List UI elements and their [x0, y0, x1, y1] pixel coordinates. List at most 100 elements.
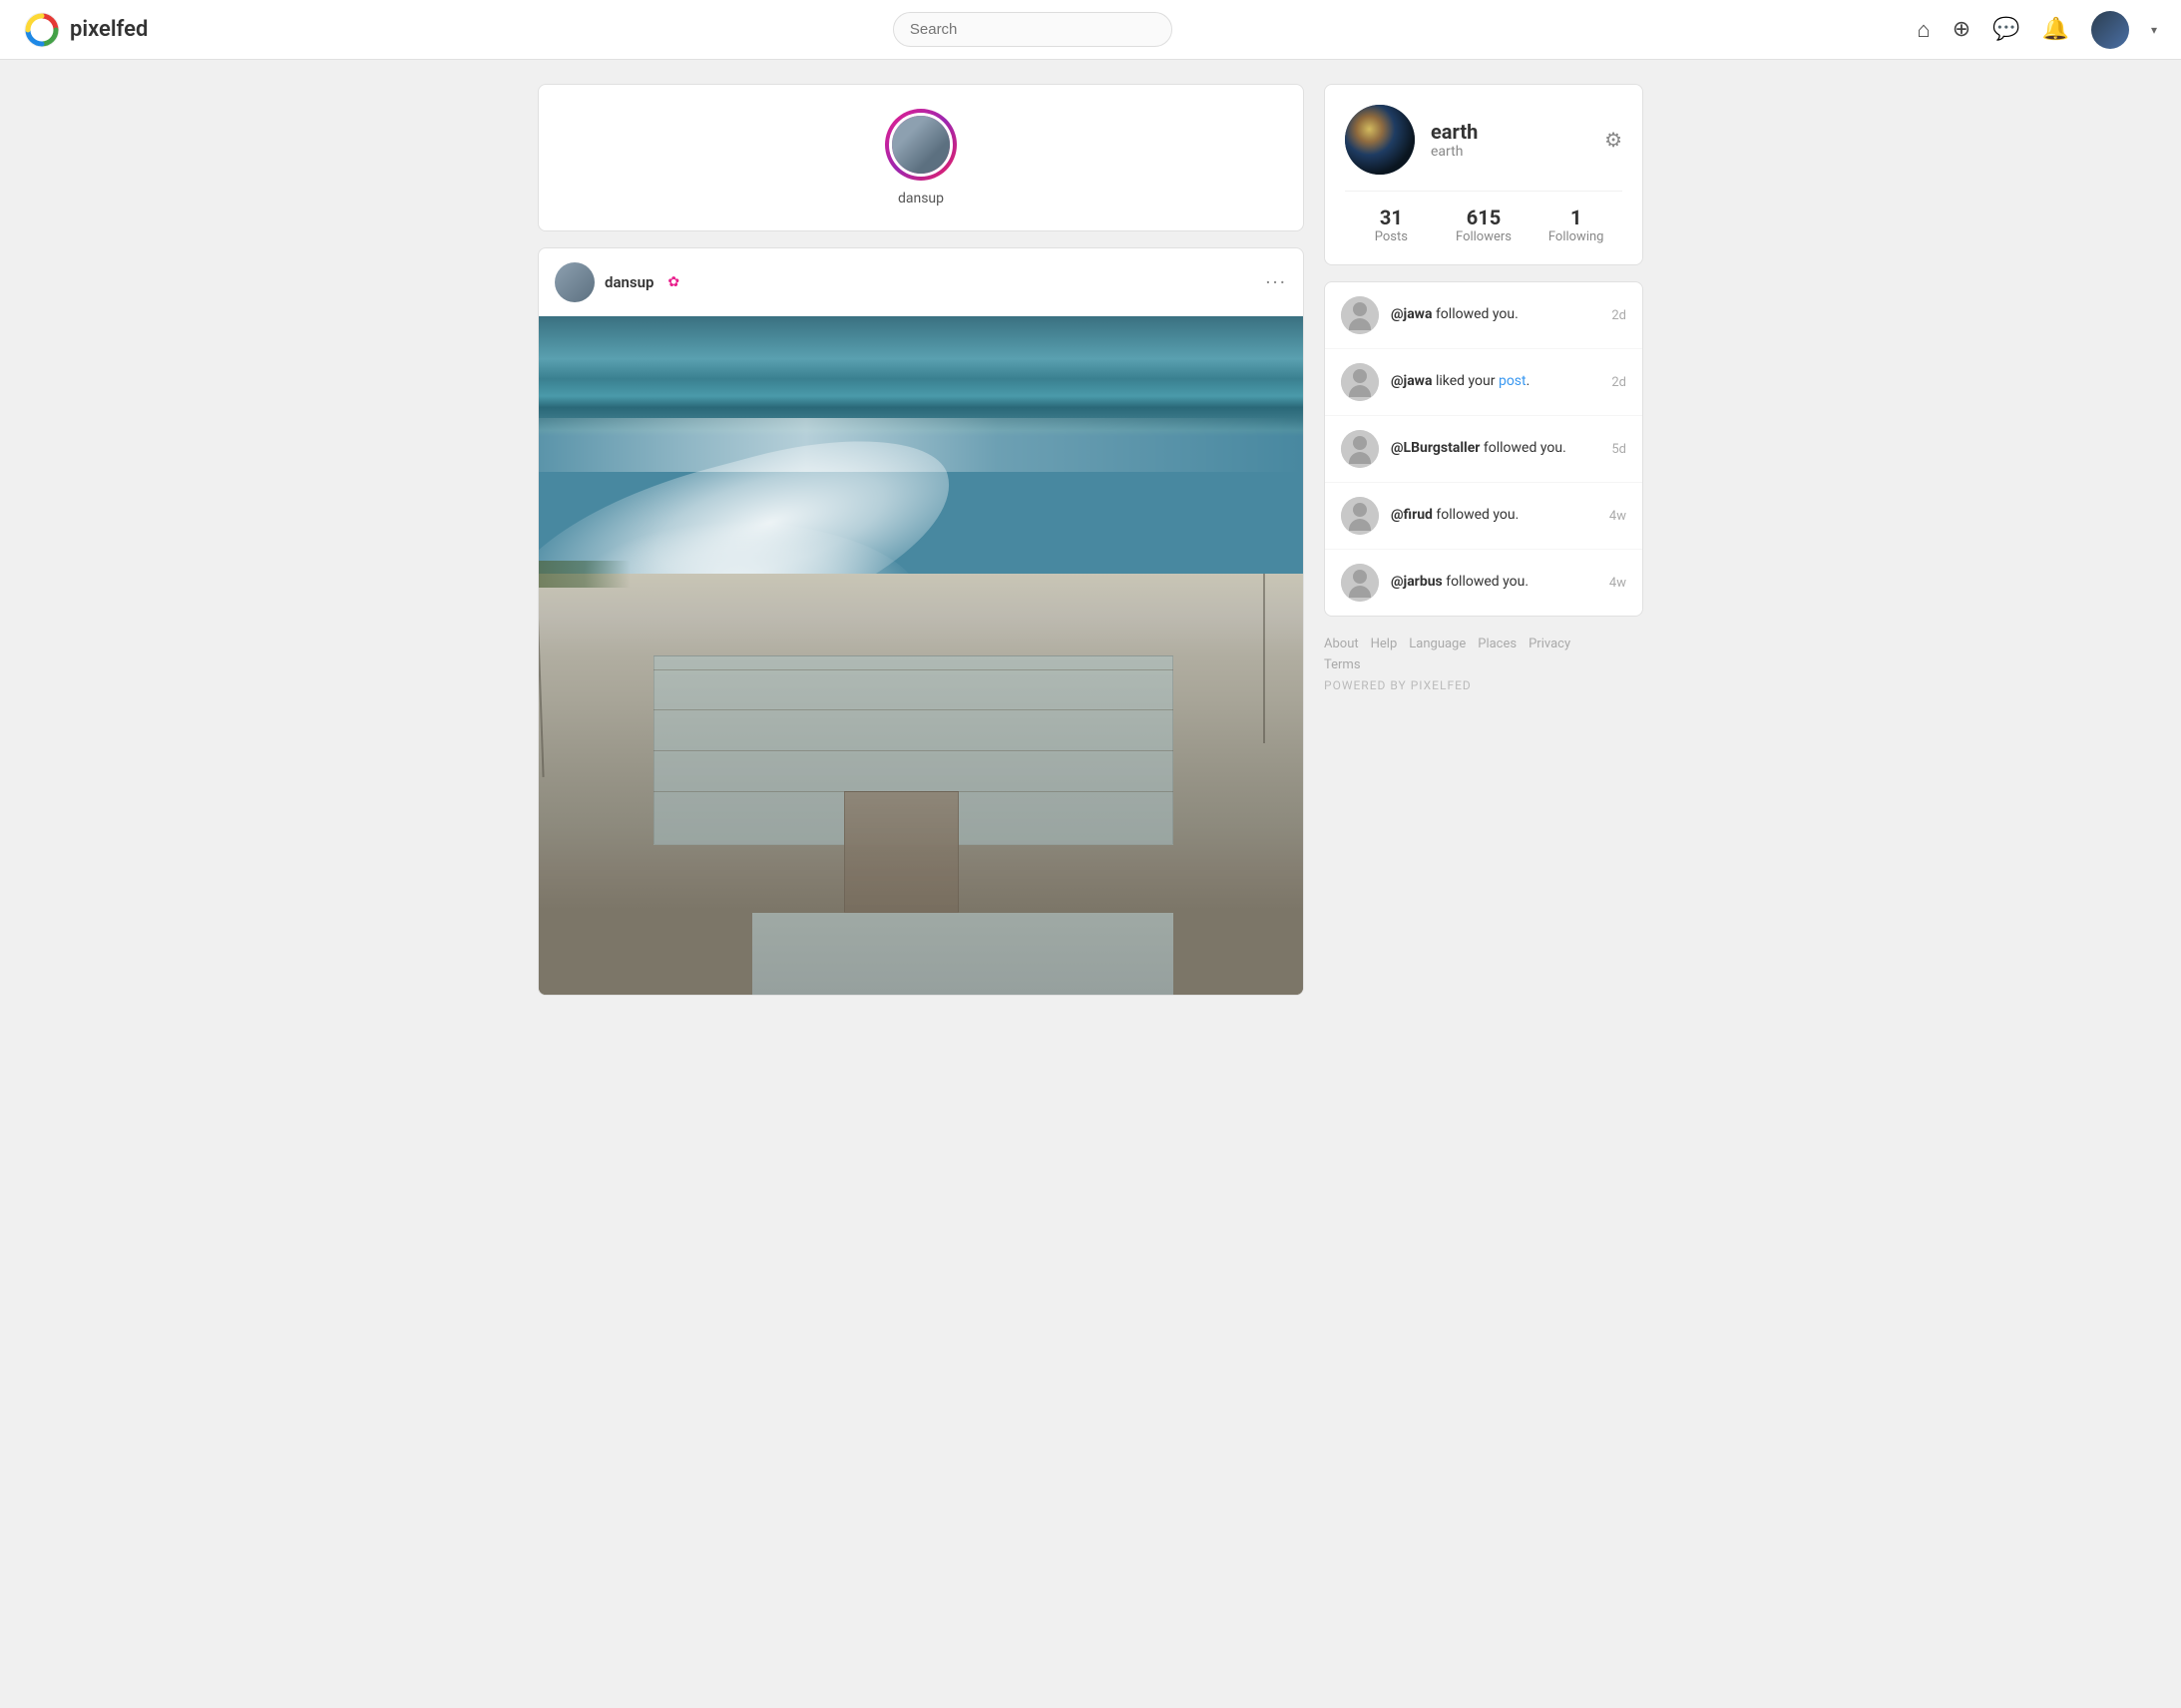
story-username: dansup [898, 191, 944, 207]
footer-link-privacy[interactable]: Privacy [1528, 637, 1570, 651]
search-input[interactable] [893, 12, 1172, 47]
notif-user-1: @jawa [1391, 373, 1432, 389]
notif-action-2: followed you. [1480, 440, 1565, 456]
notif-text-0: @jawa followed you. [1391, 305, 1599, 325]
notif-time-2: 5d [1611, 442, 1626, 457]
footer-link-language[interactable]: Language [1409, 637, 1466, 651]
notif-avatar-img-1 [1341, 363, 1379, 401]
messages-icon[interactable]: 💬 [1992, 17, 2019, 42]
notif-avatar-4[interactable] [1341, 564, 1379, 602]
posts-stat: 31 Posts [1345, 206, 1438, 244]
navbar-left: pixelfed [24, 12, 148, 48]
profile-top: earth earth ⚙ [1345, 105, 1622, 175]
wave-foam [539, 418, 1303, 472]
notif-item-2: @LBurgstaller followed you. 5d [1325, 416, 1642, 483]
notif-time-1: 2d [1611, 375, 1626, 390]
post-card: dansup ✿ ··· [538, 247, 1304, 996]
notif-link-1[interactable]: post [1499, 373, 1527, 389]
notif-item-0: @jawa followed you. 2d [1325, 282, 1642, 349]
left-column: dansup dansup ✿ ··· [538, 84, 1304, 996]
right-column: earth earth ⚙ 31 Posts 615 Followers 1 F… [1324, 84, 1643, 996]
footer-links: About Help Language Places Privacy Terms… [1324, 633, 1643, 696]
avatar-body-0 [1349, 318, 1371, 330]
avatar-head-4 [1353, 570, 1367, 584]
profile-handle: earth [1431, 144, 1588, 160]
profile-avatar-img [1345, 105, 1415, 175]
home-icon[interactable]: ⌂ [1917, 17, 1930, 43]
footer-link-terms[interactable]: Terms [1324, 657, 1361, 672]
create-icon[interactable]: ⊕ [1953, 17, 1970, 42]
user-avatar-nav[interactable] [2091, 11, 2129, 49]
notif-action-3: followed you. [1433, 507, 1519, 523]
notif-user-3: @firud [1391, 507, 1433, 523]
notif-user-4: @jarbus [1391, 574, 1443, 590]
notif-action-1: liked your [1432, 373, 1498, 389]
pixelfed-logo-icon [24, 12, 60, 48]
footer-powered: POWERED BY PIXELFED [1324, 678, 1643, 692]
notif-text-4: @jarbus followed you. [1391, 573, 1597, 593]
notif-avatar-1[interactable] [1341, 363, 1379, 401]
notif-avatar-img-4 [1341, 564, 1379, 602]
notif-text-3: @firud followed you. [1391, 506, 1597, 526]
avatar-body-1 [1349, 385, 1371, 397]
dropdown-arrow-icon[interactable]: ▾ [2151, 23, 2157, 37]
notif-avatar-0[interactable] [1341, 296, 1379, 334]
post-username: dansup [605, 273, 654, 291]
verified-badge-icon: ✿ [667, 274, 679, 290]
notif-time-0: 2d [1611, 308, 1626, 323]
post-image [539, 316, 1303, 995]
notif-action-4: followed you. [1443, 574, 1528, 590]
notifications-card: @jawa followed you. 2d @jawa liked your … [1324, 281, 1643, 617]
notif-time-3: 4w [1609, 509, 1626, 524]
navbar: pixelfed ⌂ ⊕ 💬 🔔 ▾ [0, 0, 2181, 60]
post-menu-icon[interactable]: ··· [1265, 270, 1287, 294]
avatar-body-4 [1349, 586, 1371, 598]
footer-link-help[interactable]: Help [1371, 637, 1398, 651]
navbar-right: ⌂ ⊕ 💬 🔔 ▾ [1917, 11, 2157, 49]
avatar-head-3 [1353, 503, 1367, 517]
user-avatar-img [2091, 11, 2129, 49]
notif-user-2: @LBurgstaller [1391, 440, 1480, 456]
avatar-head-2 [1353, 436, 1367, 450]
avatar-body-2 [1349, 452, 1371, 464]
pool-line-2 [654, 709, 1173, 710]
footer-link-row: About Help Language Places Privacy [1324, 637, 1643, 651]
following-count: 1 [1529, 206, 1622, 229]
moss-strip [539, 561, 631, 588]
post-header-left: dansup ✿ [555, 262, 679, 302]
avatar-head-1 [1353, 369, 1367, 383]
lower-pool [752, 913, 1172, 995]
settings-icon[interactable]: ⚙ [1604, 128, 1622, 152]
pool-line-1 [654, 669, 1173, 670]
notif-avatar-img-3 [1341, 497, 1379, 535]
post-avatar[interactable] [555, 262, 595, 302]
pool-line-3 [654, 750, 1173, 751]
profile-avatar[interactable] [1345, 105, 1415, 175]
avatar-head-0 [1353, 302, 1367, 316]
notif-text-1: @jawa liked your post. [1391, 372, 1599, 392]
notif-item-4: @jarbus followed you. 4w [1325, 550, 1642, 616]
footer-link-places[interactable]: Places [1478, 637, 1517, 651]
story-card: dansup [538, 84, 1304, 231]
steps [844, 791, 959, 913]
profile-stats: 31 Posts 615 Followers 1 Following [1345, 191, 1622, 244]
post-avatar-img [555, 262, 595, 302]
avatar-body-3 [1349, 519, 1371, 531]
following-label: Following [1529, 229, 1622, 244]
footer-link-about[interactable]: About [1324, 637, 1359, 651]
notifications-icon[interactable]: 🔔 [2042, 17, 2069, 42]
story-avatar-img [892, 116, 950, 174]
notif-avatar-3[interactable] [1341, 497, 1379, 535]
main-layout: dansup dansup ✿ ··· [522, 84, 1659, 996]
story-avatar-wrap[interactable] [885, 109, 957, 181]
app-name: pixelfed [70, 17, 148, 42]
posts-label: Posts [1345, 229, 1438, 244]
notif-time-4: 4w [1609, 576, 1626, 591]
notif-avatar-2[interactable] [1341, 430, 1379, 468]
profile-info: earth earth [1431, 120, 1588, 160]
notif-avatar-img-0 [1341, 296, 1379, 334]
notif-item-3: @firud followed you. 4w [1325, 483, 1642, 550]
followers-count: 615 [1438, 206, 1530, 229]
railing-right [1263, 574, 1265, 743]
ocean-scene [539, 316, 1303, 995]
